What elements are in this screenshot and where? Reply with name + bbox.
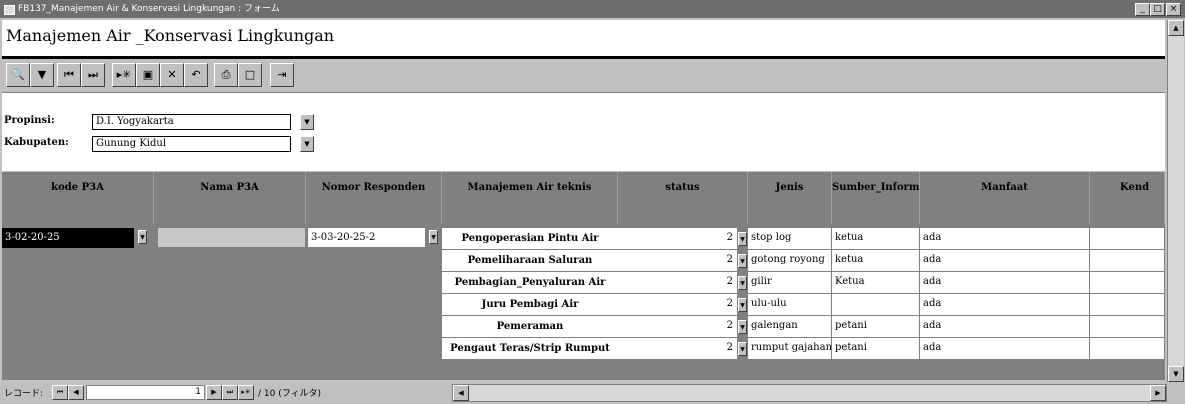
print-preview-icon[interactable]: □	[238, 63, 262, 87]
kend-cell[interactable]	[1090, 250, 1165, 272]
kode-p3a-field[interactable]: 3-02-20-25	[2, 228, 134, 248]
binoculars-icon[interactable]: 🔍	[6, 63, 30, 87]
manfaat-cell[interactable]: ada	[920, 250, 1090, 272]
new-record-icon[interactable]: ▸✳	[238, 385, 254, 400]
last-record-icon[interactable]: ⏭	[81, 63, 105, 87]
app-icon	[4, 5, 15, 15]
jenis-cell[interactable]: gotong royong	[748, 250, 832, 272]
manfaat-cell[interactable]: ada	[920, 294, 1090, 316]
chevron-down-icon[interactable]: ▼	[738, 320, 747, 334]
window-title: FB137_Manajemen Air & Konservasi Lingkun…	[18, 4, 280, 14]
column-header[interactable]: Sumber_Informasi	[832, 172, 935, 224]
sumber-informasi-cell[interactable]: ketua	[832, 228, 920, 250]
window-title-bar: FB137_Manajemen Air & Konservasi Lingkun…	[0, 0, 1185, 18]
delete-icon[interactable]: ✕	[160, 63, 184, 87]
maximize-icon[interactable]: □	[1150, 3, 1165, 16]
manajemen-air-cell: Pemeliharaan Saluran	[442, 250, 618, 272]
chevron-down-icon[interactable]: ▼	[738, 232, 747, 246]
kend-cell[interactable]	[1090, 338, 1165, 360]
close-icon[interactable]: ×	[1166, 3, 1181, 16]
column-header[interactable]: Manfaat	[920, 172, 1090, 224]
jenis-cell[interactable]: rumput gajahan	[748, 338, 832, 360]
filter-icon[interactable]: ▼	[30, 63, 54, 87]
status-cell[interactable]: 2	[618, 338, 738, 360]
status-cell[interactable]: 2	[618, 294, 738, 316]
chevron-down-icon[interactable]: ▼	[738, 298, 747, 312]
column-header[interactable]: Nama P3A	[154, 172, 306, 224]
previous-record-icon[interactable]: ◀	[68, 385, 84, 400]
last-record-icon[interactable]: ⏭	[222, 385, 238, 400]
status-cell[interactable]: 2	[618, 272, 738, 294]
record-label: レコード:	[4, 389, 44, 399]
status-cell[interactable]: 2	[618, 228, 738, 250]
chevron-down-icon[interactable]: ▼	[738, 342, 747, 356]
chevron-down-icon[interactable]: ▼	[738, 276, 747, 290]
propinsi-label: Propinsi:	[4, 115, 55, 126]
record-total: / 10 (フィルタ)	[258, 389, 322, 399]
manajemen-air-cell: Pengaut Teras/Strip Rumput	[442, 338, 618, 360]
scroll-right-icon[interactable]: ▶	[1150, 385, 1166, 401]
manajemen-air-cell: Pembagian_Penyaluran Air	[442, 272, 618, 294]
scroll-up-icon[interactable]: ▲	[1168, 20, 1184, 36]
form-header: Manajemen Air _Konservasi Lingkungan	[2, 20, 1165, 59]
column-header[interactable]: Manajemen Air teknis	[442, 172, 618, 224]
record-navigator: レコード: ⏮ ◀ 1 ▶ ⏭ ▸✳ / 10 (フィルタ)	[0, 382, 440, 402]
print-icon[interactable]: ⎙	[214, 63, 238, 87]
kend-cell[interactable]	[1090, 316, 1165, 338]
jenis-cell[interactable]: ulu-ulu	[748, 294, 832, 316]
column-header[interactable]: kode P3A	[2, 172, 154, 224]
jenis-cell[interactable]: galengan	[748, 316, 832, 338]
column-header[interactable]: Jenis	[748, 172, 832, 224]
kend-cell[interactable]	[1090, 294, 1165, 316]
new-record-icon[interactable]: ▸✳	[112, 63, 136, 87]
minimize-icon[interactable]: _	[1135, 3, 1150, 16]
scroll-left-icon[interactable]: ◀	[453, 385, 469, 401]
status-cell[interactable]: 2	[618, 316, 738, 338]
data-grid: kode P3A Nama P3A Nomor Responden Manaje…	[2, 172, 1165, 380]
sumber-informasi-cell[interactable]: ketua	[832, 250, 920, 272]
manfaat-cell[interactable]: ada	[920, 228, 1090, 250]
manajemen-air-cell: Pengoperasian Pintu Air	[442, 228, 618, 250]
chevron-down-icon[interactable]: ▼	[138, 230, 147, 244]
sumber-informasi-cell[interactable]	[832, 294, 920, 316]
toolbar: 🔍 ▼ ⏮ ⏭ ▸✳ ▣ ✕ ↶ ⎙ □ ⇥	[2, 59, 1165, 93]
kend-cell[interactable]	[1090, 228, 1165, 250]
manfaat-cell[interactable]: ada	[920, 338, 1090, 360]
chevron-down-icon[interactable]: ▼	[300, 136, 314, 152]
kabupaten-select[interactable]: Gunung Kidul	[92, 136, 291, 152]
next-record-icon[interactable]: ▶	[206, 385, 222, 400]
vertical-scrollbar[interactable]: ▲ ▼	[1167, 20, 1184, 382]
column-header[interactable]: status	[618, 172, 748, 224]
save-icon[interactable]: ▣	[136, 63, 160, 87]
column-header[interactable]: Kend	[1090, 172, 1165, 224]
nomor-responden-field[interactable]: 3-03-20-25-2	[308, 228, 426, 248]
exit-icon[interactable]: ⇥	[270, 63, 294, 87]
first-record-icon[interactable]: ⏮	[57, 63, 81, 87]
undo-icon[interactable]: ↶	[184, 63, 208, 87]
manajemen-air-cell: Pemeraman	[442, 316, 618, 338]
status-cell[interactable]: 2	[618, 250, 738, 272]
manajemen-air-cell: Juru Pembagi Air	[442, 294, 618, 316]
kabupaten-label: Kabupaten:	[4, 137, 69, 148]
manfaat-cell[interactable]: ada	[920, 316, 1090, 338]
jenis-cell[interactable]: gilir	[748, 272, 832, 294]
record-number-input[interactable]: 1	[86, 385, 205, 400]
jenis-cell[interactable]: stop log	[748, 228, 832, 250]
nama-p3a-field[interactable]	[158, 228, 306, 248]
form-title: Manajemen Air _Konservasi Lingkungan	[6, 26, 335, 45]
first-record-icon[interactable]: ⏮	[52, 385, 68, 400]
sumber-informasi-cell[interactable]: petani	[832, 316, 920, 338]
horizontal-scrollbar[interactable]: ◀ ▶	[452, 384, 1167, 402]
propinsi-select[interactable]: D.I. Yogyakarta	[92, 114, 291, 130]
kend-cell[interactable]	[1090, 272, 1165, 294]
manfaat-cell[interactable]: ada	[920, 272, 1090, 294]
filter-panel: Propinsi: D.I. Yogyakarta ▼ Kabupaten: G…	[2, 93, 1165, 171]
sumber-informasi-cell[interactable]: petani	[832, 338, 920, 360]
column-header[interactable]: Nomor Responden	[306, 172, 442, 224]
chevron-down-icon[interactable]: ▼	[429, 230, 438, 244]
scroll-down-icon[interactable]: ▼	[1168, 366, 1184, 382]
chevron-down-icon[interactable]: ▼	[300, 114, 314, 130]
sumber-informasi-cell[interactable]: Ketua	[832, 272, 920, 294]
chevron-down-icon[interactable]: ▼	[738, 254, 747, 268]
